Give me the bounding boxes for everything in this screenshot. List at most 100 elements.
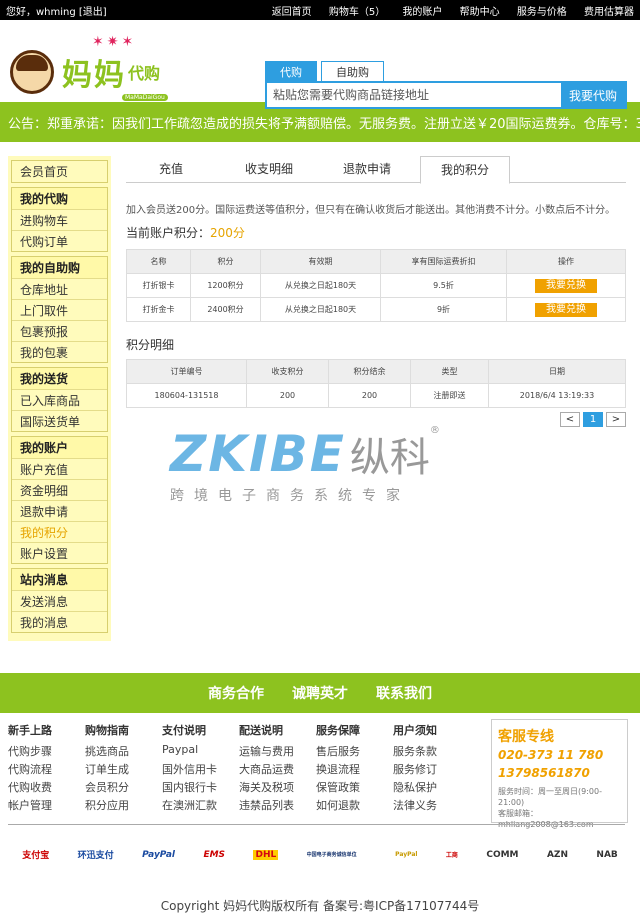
customer-hotline: 客服专线 020-373 11 780 13798561870 服务时间：周一至… [491, 719, 628, 829]
footer-col-heading: 用户须知 [393, 724, 437, 737]
redeem-button[interactable]: 我要兑换 [535, 302, 597, 317]
cell: 打折金卡 [126, 297, 191, 322]
sidebar-item-stored-goods[interactable]: 已入库商品 [12, 389, 107, 410]
sidebar-item-my-parcels[interactable]: 我的包裹 [12, 341, 107, 362]
footer-link[interactable]: 法律义务 [393, 797, 470, 815]
sidebar-item-refund[interactable]: 退款申请 [12, 500, 107, 521]
footer-link[interactable]: 服务条款 [393, 743, 470, 761]
submit-daigou-button[interactable]: 我要代购 [561, 83, 625, 107]
footer-link[interactable]: 国内银行卡 [162, 779, 239, 797]
column-header: 积分结余 [328, 359, 411, 384]
footer-divider [8, 824, 625, 825]
header: ✶✷✶ 妈妈 代购 MaMaDaiGou 代购 自助购 我要代购 [0, 20, 640, 109]
tab-daigou[interactable]: 代购 [265, 61, 317, 81]
tab-recharge[interactable]: 充值 [126, 156, 216, 182]
footer-link[interactable]: Paypal [162, 743, 239, 761]
sidebar-item-recharge[interactable]: 账户充值 [12, 458, 107, 479]
sidebar-group-home: 会员首页 [11, 160, 108, 183]
tab-refund[interactable]: 退款申请 [322, 156, 412, 182]
page-number-current[interactable]: 1 [583, 412, 603, 427]
sidebar-item-member-home[interactable]: 会员首页 [12, 161, 107, 182]
hotline-hours: 服务时间：周一至周日(9:00-21:00) [498, 787, 602, 807]
top-link-pricing[interactable]: 服务与价格 [517, 7, 567, 18]
sidebar-group-daigou: 我的代购 进购物车 代购订单 [11, 187, 108, 252]
table-row: 180604-131518 200 200 注册即送 2018/6/4 13:1… [126, 383, 626, 408]
product-link-input[interactable] [267, 83, 561, 107]
column-header: 享有国际运费折扣 [380, 249, 507, 274]
sidebar-item-orders[interactable]: 代购订单 [12, 230, 107, 251]
footer-link[interactable]: 海关及税项 [239, 779, 316, 797]
footer-link[interactable]: 国外信用卡 [162, 761, 239, 779]
top-link-estimator[interactable]: 费用估算器 [584, 7, 634, 18]
top-link-help[interactable]: 帮助中心 [460, 7, 500, 18]
user-greeting[interactable]: 您好，whming [退出] [6, 3, 107, 18]
footer-link-contact[interactable]: 联系我们 [376, 683, 432, 703]
sidebar-item-settings[interactable]: 账户设置 [12, 542, 107, 563]
footer-link[interactable]: 帐户管理 [8, 797, 85, 815]
footer-link[interactable]: 运输与费用 [239, 743, 316, 761]
top-link-home[interactable]: 返回首页 [272, 7, 312, 18]
points-detail-table: 订单编号 收支积分 积分结余 类型 日期 180604-131518 200 2… [126, 359, 626, 408]
discount-cards-table: 名称 积分 有效期 享有国际运费折扣 操作 打折银卡 1200积分 从兑换之日起… [126, 249, 626, 322]
sidebar-heading: 我的账户 [12, 437, 107, 458]
main-content: 充值 收支明细 退款申请 我的积分 加入会员送200分。国际运费送等值积分，但只… [126, 156, 626, 427]
tab-self-purchase[interactable]: 自助购 [321, 61, 384, 81]
tab-transactions[interactable]: 收支明细 [224, 156, 314, 182]
footer-link[interactable]: 代购收费 [8, 779, 85, 797]
footer-link[interactable]: 保管政策 [316, 779, 393, 797]
footer-link[interactable]: 售后服务 [316, 743, 393, 761]
hotline-phone-2: 13798561870 [498, 766, 590, 780]
sidebar-heading: 我的代购 [12, 188, 107, 209]
footer-link[interactable]: 代购流程 [8, 761, 85, 779]
footer-link[interactable]: 服务修订 [393, 761, 470, 779]
footer-link[interactable]: 隐私保护 [393, 779, 470, 797]
cell: 1200积分 [190, 273, 261, 298]
footer-link[interactable]: 换退流程 [316, 761, 393, 779]
sidebar-item-parcel-forecast[interactable]: 包裹预报 [12, 320, 107, 341]
top-link-cart[interactable]: 购物车（5） [329, 7, 385, 18]
footer-link[interactable]: 订单生成 [85, 761, 162, 779]
footer-col-heading: 新手上路 [8, 724, 52, 737]
prev-page-button[interactable]: < [560, 412, 580, 427]
column-header: 订单编号 [126, 359, 247, 384]
tab-my-points[interactable]: 我的积分 [420, 156, 510, 184]
footer-link-careers[interactable]: 诚聘英才 [292, 683, 348, 703]
redeem-button[interactable]: 我要兑换 [535, 278, 597, 293]
footer-link[interactable]: 如何退款 [316, 797, 393, 815]
cell: 从兑换之日起180天 [260, 297, 381, 322]
footer-col-heading: 支付说明 [162, 724, 206, 737]
sidebar-item-pickup[interactable]: 上门取件 [12, 299, 107, 320]
cell: 我要兑换 [506, 297, 626, 322]
points-balance: 当前账户积分：200分 [126, 224, 626, 241]
sidebar-group-self-purchase: 我的自助购 仓库地址 上门取件 包裹预报 我的包裹 [11, 256, 108, 363]
dhl-logo-icon: DHL [253, 849, 279, 860]
footer-link-business[interactable]: 商务合作 [208, 683, 264, 703]
cell: 我要兑换 [506, 273, 626, 298]
points-description: 加入会员送200分。国际运费送等值积分，但只有在确认收货后才能送出。其他消费不计… [126, 205, 616, 216]
sidebar-item-cart[interactable]: 进购物车 [12, 209, 107, 230]
sidebar-heading: 站内消息 [12, 569, 107, 590]
payment-logos: 支付宝 环迅支付 PayPal EMS DHL 中国电子商务诚信单位 PayPa… [0, 848, 640, 861]
footer-link[interactable]: 在澳洲汇款 [162, 797, 239, 815]
footer-col: 配送说明 运输与费用 大商品运费 海关及税项 违禁品列表 [239, 722, 316, 815]
firework-icon: ✶✷✶ [92, 34, 137, 50]
footer-link[interactable]: 代购步骤 [8, 743, 85, 761]
footer-link[interactable]: 挑选商品 [85, 743, 162, 761]
footer-link[interactable]: 违禁品列表 [239, 797, 316, 815]
sidebar-item-warehouse-address[interactable]: 仓库地址 [12, 278, 107, 299]
sidebar-item-intl-delivery[interactable]: 国际送货单 [12, 410, 107, 431]
sidebar-item-send-message[interactable]: 发送消息 [12, 590, 107, 611]
footer-link[interactable]: 会员积分 [85, 779, 162, 797]
footer-link[interactable]: 大商品运费 [239, 761, 316, 779]
top-link-account[interactable]: 我的账户 [402, 7, 442, 18]
sidebar-item-points[interactable]: 我的积分 [12, 521, 107, 542]
points-detail-title: 积分明细 [126, 338, 175, 352]
sidebar-item-funds[interactable]: 资金明细 [12, 479, 107, 500]
next-page-button[interactable]: > [606, 412, 626, 427]
sidebar-item-my-messages[interactable]: 我的消息 [12, 611, 107, 632]
sidebar-heading: 我的自助购 [12, 257, 107, 278]
sidebar-group-messages: 站内消息 发送消息 我的消息 [11, 568, 108, 633]
site-logo[interactable]: ✶✷✶ 妈妈 代购 MaMaDaiGou [10, 34, 168, 101]
table-header-row: 订单编号 收支积分 积分结余 类型 日期 [126, 359, 626, 384]
footer-link[interactable]: 积分应用 [85, 797, 162, 815]
